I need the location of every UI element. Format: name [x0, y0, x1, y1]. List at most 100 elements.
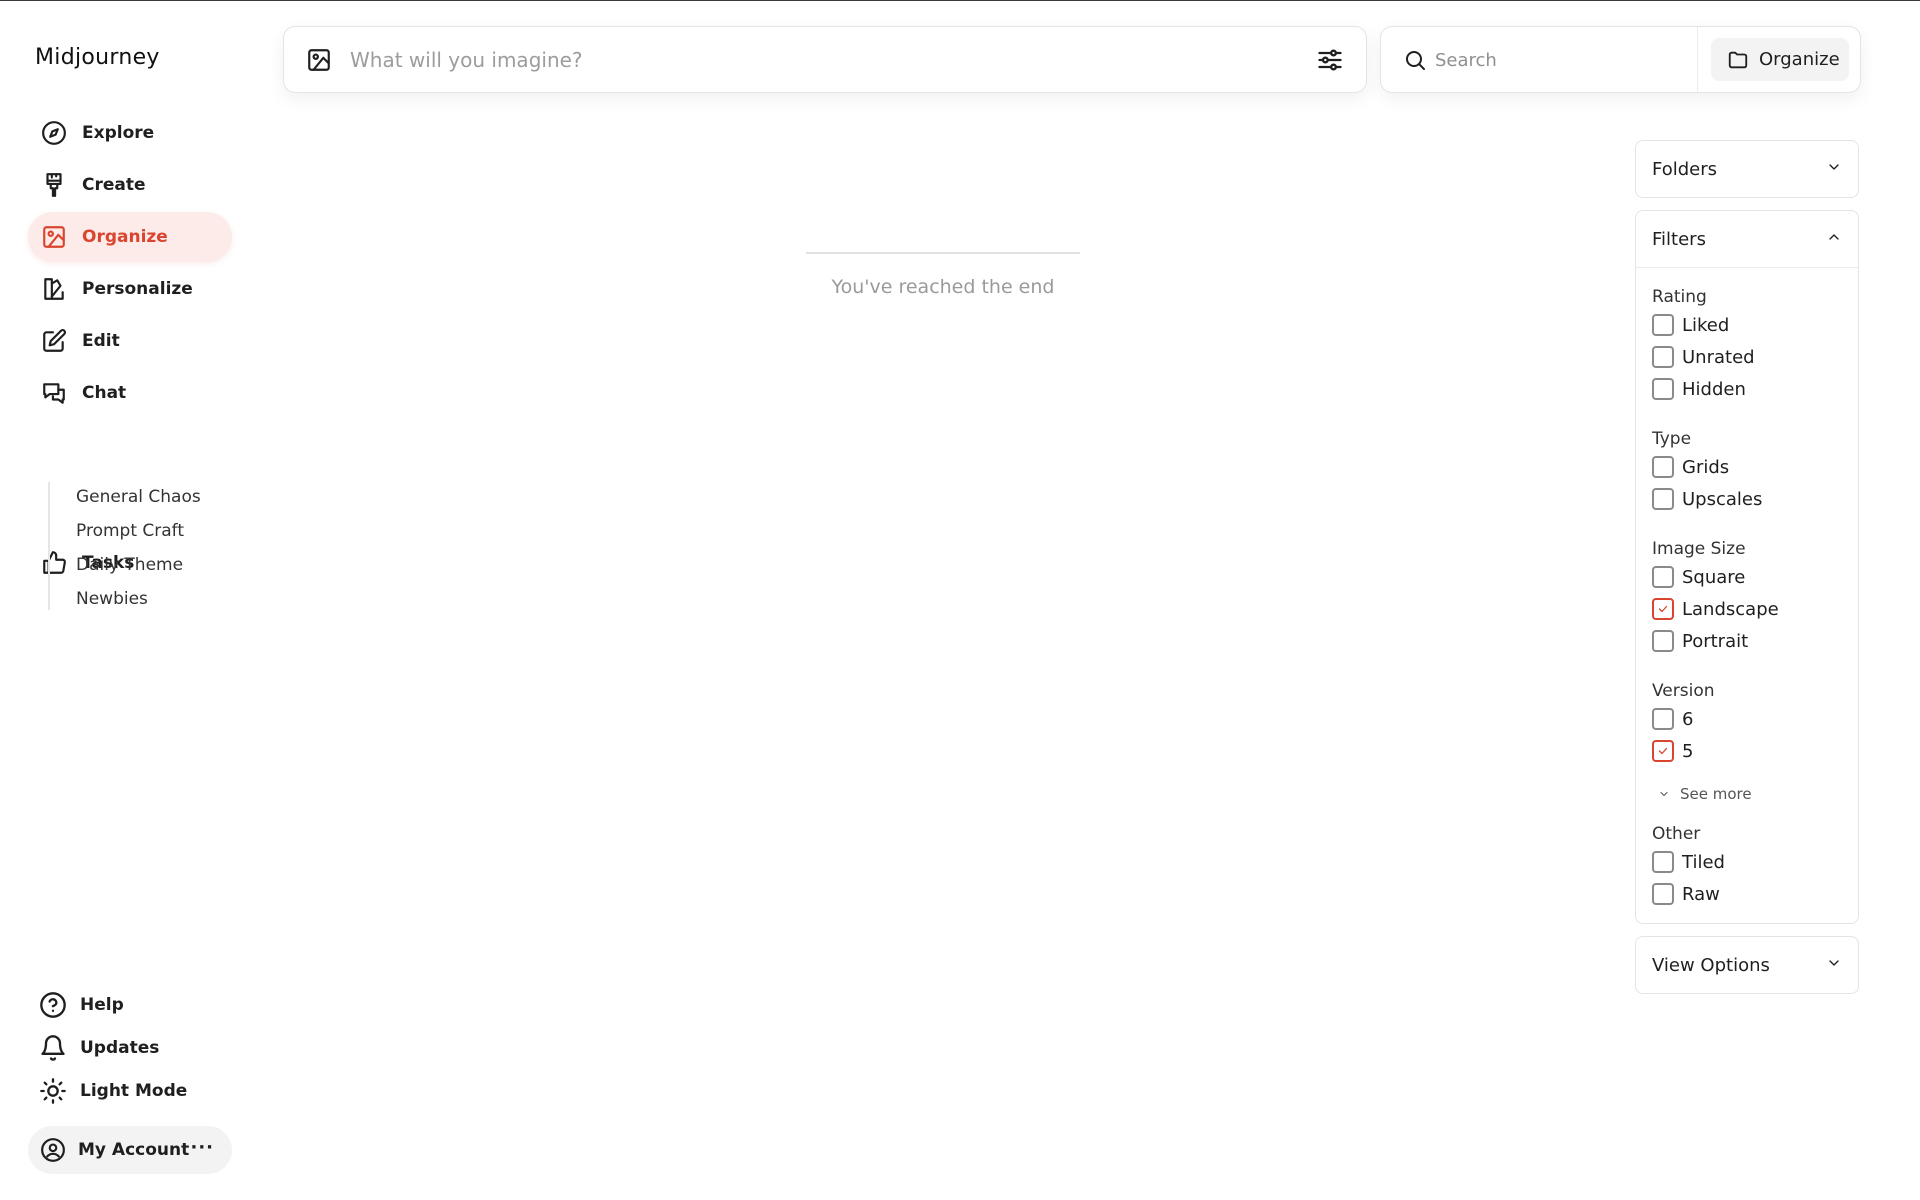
checkbox[interactable] [1652, 456, 1674, 478]
folders-header[interactable]: Folders [1636, 141, 1858, 197]
filters-header[interactable]: Filters [1636, 211, 1858, 267]
filter-square[interactable]: Square [1652, 564, 1745, 590]
see-more-link[interactable]: See more [1658, 785, 1752, 803]
sidebar-item-label: Organize [82, 227, 168, 247]
filter-label: Square [1682, 566, 1746, 588]
organize-button[interactable]: Organize [1711, 38, 1849, 81]
filter-upscales[interactable]: Upscales [1652, 486, 1762, 512]
filter-label: 5 [1682, 740, 1694, 762]
filter-label: Portrait [1682, 630, 1749, 652]
checkbox[interactable] [1652, 566, 1674, 588]
paintbrush-icon [40, 171, 68, 199]
filter-label: Grids [1682, 456, 1730, 478]
help-label: Help [80, 995, 124, 1015]
filter-unrated[interactable]: Unrated [1652, 344, 1755, 370]
search-divider [1697, 27, 1698, 92]
sidebar-item-label: Personalize [82, 279, 193, 299]
my-account-button[interactable]: My Account ··· [28, 1126, 232, 1174]
view-options-header[interactable]: View Options [1636, 937, 1858, 993]
organize-button-label: Organize [1759, 49, 1840, 70]
filter-label: 6 [1682, 708, 1694, 730]
palette-book-icon [40, 275, 68, 303]
checkbox[interactable] [1652, 708, 1674, 730]
chat-rooms-list: General Chaos Prompt Craft Daily Theme N… [48, 482, 201, 610]
filter-portrait[interactable]: Portrait [1652, 628, 1748, 654]
help-button[interactable]: Help [28, 985, 232, 1025]
filters-body: Rating Liked Unrated Hidden Type Grids U… [1636, 267, 1858, 921]
imagine-prompt-input[interactable] [350, 43, 1250, 77]
chat-room-newbies[interactable]: Newbies [76, 589, 148, 609]
chevron-up-icon [1826, 229, 1842, 250]
sidebar-item-label: Chat [82, 383, 127, 403]
search-input[interactable] [1435, 43, 1675, 77]
checkbox[interactable] [1652, 883, 1674, 905]
search-icon [1403, 48, 1427, 72]
filter-tiled[interactable]: Tiled [1652, 849, 1725, 875]
filter-label: Unrated [1682, 346, 1755, 368]
sidebar-item-label: Edit [82, 331, 120, 351]
filter-hidden[interactable]: Hidden [1652, 376, 1746, 402]
sidebar-item-explore[interactable]: Explore [28, 108, 232, 158]
filter-raw[interactable]: Raw [1652, 881, 1720, 907]
folders-panel: Folders [1635, 140, 1859, 198]
folders-title: Folders [1652, 158, 1718, 180]
sidebar-item-create[interactable]: Create [28, 160, 232, 210]
filter-label: Tiled [1682, 851, 1725, 873]
sidebar-item-edit[interactable]: Edit [28, 316, 232, 366]
checkbox[interactable] [1652, 378, 1674, 400]
chat-room-prompt-craft[interactable]: Prompt Craft [76, 521, 184, 541]
filter-label: Hidden [1682, 378, 1746, 400]
filter-version-5[interactable]: 5 [1652, 738, 1693, 764]
filter-landscape[interactable]: Landscape [1652, 596, 1779, 622]
updates-button[interactable]: Updates [28, 1028, 232, 1068]
folder-icon [1727, 49, 1749, 71]
filter-group-image-size: Image Size [1652, 539, 1746, 559]
sidebar-item-label: Create [82, 175, 146, 195]
sidebar-item-chat[interactable]: Chat [28, 368, 232, 418]
chat-room-general-chaos[interactable]: General Chaos [76, 487, 201, 507]
filter-version-6[interactable]: 6 [1652, 706, 1693, 732]
checkbox[interactable] [1652, 851, 1674, 873]
sidebar-item-organize[interactable]: Organize [28, 212, 232, 262]
filter-group-version: Version [1652, 681, 1715, 701]
light-mode-label: Light Mode [80, 1081, 188, 1101]
filter-group-type: Type [1652, 429, 1692, 449]
chat-bubbles-icon [40, 379, 68, 407]
checkbox[interactable] [1652, 630, 1674, 652]
view-options-title: View Options [1652, 954, 1770, 976]
sun-icon [38, 1076, 68, 1106]
checkbox[interactable] [1652, 314, 1674, 336]
my-account-label: My Account [78, 1140, 190, 1160]
sidebar-item-personalize[interactable]: Personalize [28, 264, 232, 314]
more-options-icon[interactable]: ··· [190, 1138, 214, 1158]
chat-room-daily-theme[interactable]: Daily Theme [76, 555, 183, 575]
checkmark-icon [1658, 605, 1668, 613]
chevron-down-icon [1826, 159, 1842, 180]
pencil-square-icon [40, 327, 68, 355]
checkbox-checked[interactable] [1652, 740, 1674, 762]
checkbox[interactable] [1652, 488, 1674, 510]
filter-liked[interactable]: Liked [1652, 312, 1729, 338]
brand-logo[interactable]: Midjourney [35, 45, 160, 70]
image-icon [40, 223, 68, 251]
filter-label: Landscape [1682, 598, 1779, 620]
filter-label: Upscales [1682, 488, 1763, 510]
search-bar: Organize [1380, 26, 1861, 93]
sliders-settings-icon[interactable] [1316, 46, 1344, 74]
chevron-down-icon [1660, 792, 1668, 796]
image-upload-icon[interactable] [306, 47, 332, 73]
end-divider [806, 252, 1080, 254]
thumbs-up-icon [40, 549, 68, 577]
light-mode-toggle[interactable]: Light Mode [28, 1071, 232, 1111]
sidebar-item-label: Explore [82, 123, 155, 143]
filters-title: Filters [1652, 228, 1706, 250]
compass-icon [40, 119, 68, 147]
filter-label: Liked [1682, 314, 1730, 336]
end-message: You've reached the end [831, 276, 1055, 298]
checkbox-checked[interactable] [1652, 598, 1674, 620]
checkbox[interactable] [1652, 346, 1674, 368]
checkmark-icon [1658, 747, 1668, 755]
user-circle-icon [38, 1135, 68, 1165]
updates-label: Updates [80, 1038, 160, 1058]
filter-grids[interactable]: Grids [1652, 454, 1729, 480]
